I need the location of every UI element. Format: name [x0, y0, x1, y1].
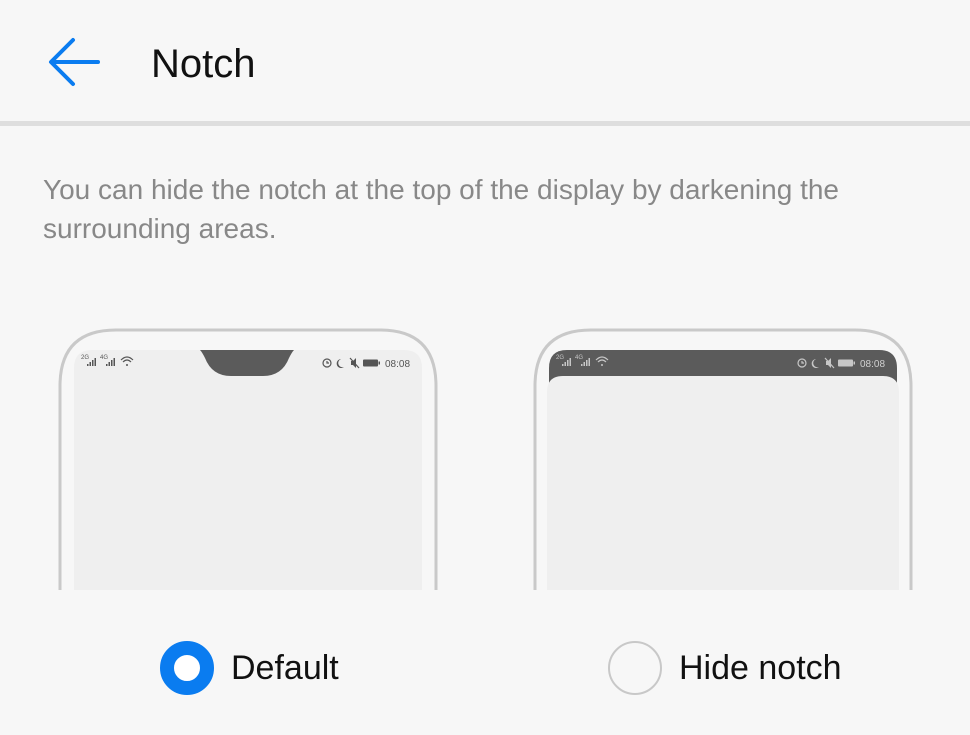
signal-label-2: 4G — [575, 355, 583, 361]
page-title: Notch — [151, 42, 256, 86]
notch-settings-page: Notch You can hide the notch at the top … — [0, 0, 970, 735]
option-hide-notch[interactable]: Hide notch — [608, 640, 842, 696]
default-preview[interactable]: 2G 4G 08:08 — [58, 328, 438, 590]
hide-notch-radio[interactable] — [608, 641, 662, 695]
signal-label-1: 2G — [556, 355, 564, 361]
back-arrow-icon — [49, 38, 100, 86]
status-time: 08:08 — [860, 359, 885, 370]
battery-icon — [363, 359, 380, 367]
header-divider — [0, 121, 970, 126]
signal-label-1: 2G — [81, 355, 89, 361]
back-button[interactable] — [40, 30, 110, 94]
phone-screen — [547, 376, 899, 590]
app-header: Notch — [0, 0, 970, 122]
option-default[interactable]: Default — [160, 640, 339, 696]
hide-notch-label: Hide notch — [679, 649, 842, 687]
status-time: 08:08 — [385, 359, 410, 370]
default-radio[interactable] — [160, 641, 214, 695]
default-label: Default — [231, 649, 339, 687]
battery-icon — [838, 359, 855, 367]
signal-label-2: 4G — [100, 355, 108, 361]
hide-notch-preview[interactable]: 2G 4G 08:08 — [533, 328, 913, 590]
phone-screen — [74, 350, 422, 590]
notch-description: You can hide the notch at the top of the… — [43, 174, 839, 244]
